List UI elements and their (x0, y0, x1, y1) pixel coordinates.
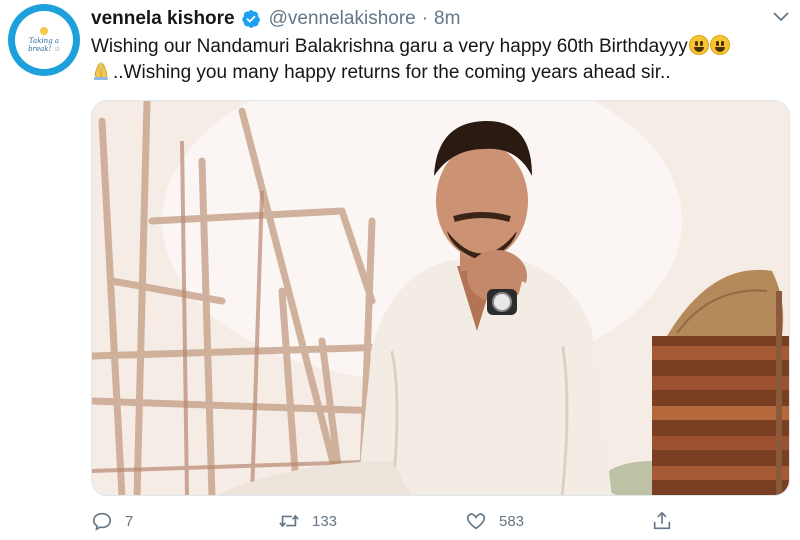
share-icon[interactable] (651, 510, 673, 532)
display-name[interactable]: vennela kishore (91, 8, 235, 30)
retweet-icon[interactable] (278, 510, 300, 532)
folded-hands-emoji-icon (94, 62, 108, 80)
tweet-text: Wishing our Nandamuri Balakrishna garu a… (91, 34, 791, 86)
retweet-count: 133 (312, 512, 338, 530)
avatar-sun-icon (40, 27, 48, 35)
separator-dot: · (421, 8, 429, 29)
avatar-inner: Taking a break! ☆ (15, 11, 73, 69)
tweet-text-line1: Wishing our Nandamuri Balakrishna garu a… (91, 36, 688, 57)
share-action[interactable] (651, 508, 673, 534)
verified-badge-icon (241, 10, 260, 28)
like-count: 583 (499, 512, 525, 530)
reply-icon[interactable] (91, 510, 113, 532)
timestamp[interactable]: 8m (434, 8, 460, 30)
avatar-text: Taking a break! ☆ (28, 37, 60, 53)
tweet-header: vennela kishore @vennelakishore · 8m (91, 6, 460, 32)
like-icon[interactable] (465, 510, 487, 532)
avatar[interactable]: Taking a break! ☆ (8, 4, 80, 76)
retweet-action[interactable]: 133 (278, 508, 337, 534)
reply-action[interactable]: 7 (91, 508, 133, 534)
photo-illustration (92, 101, 789, 495)
tweet-media-image[interactable] (91, 100, 790, 496)
smiley-emoji-icon (709, 35, 730, 55)
smiley-emoji-icon (688, 35, 709, 55)
reply-count: 7 (125, 512, 134, 530)
tweet-text-line2: ..Wishing you many happy returns for the… (113, 62, 671, 83)
chevron-down-icon[interactable] (772, 10, 790, 24)
tweet-actions: 7 133 583 (91, 508, 691, 534)
user-handle[interactable]: @vennelakishore (269, 8, 416, 30)
like-action[interactable]: 583 (465, 508, 524, 534)
